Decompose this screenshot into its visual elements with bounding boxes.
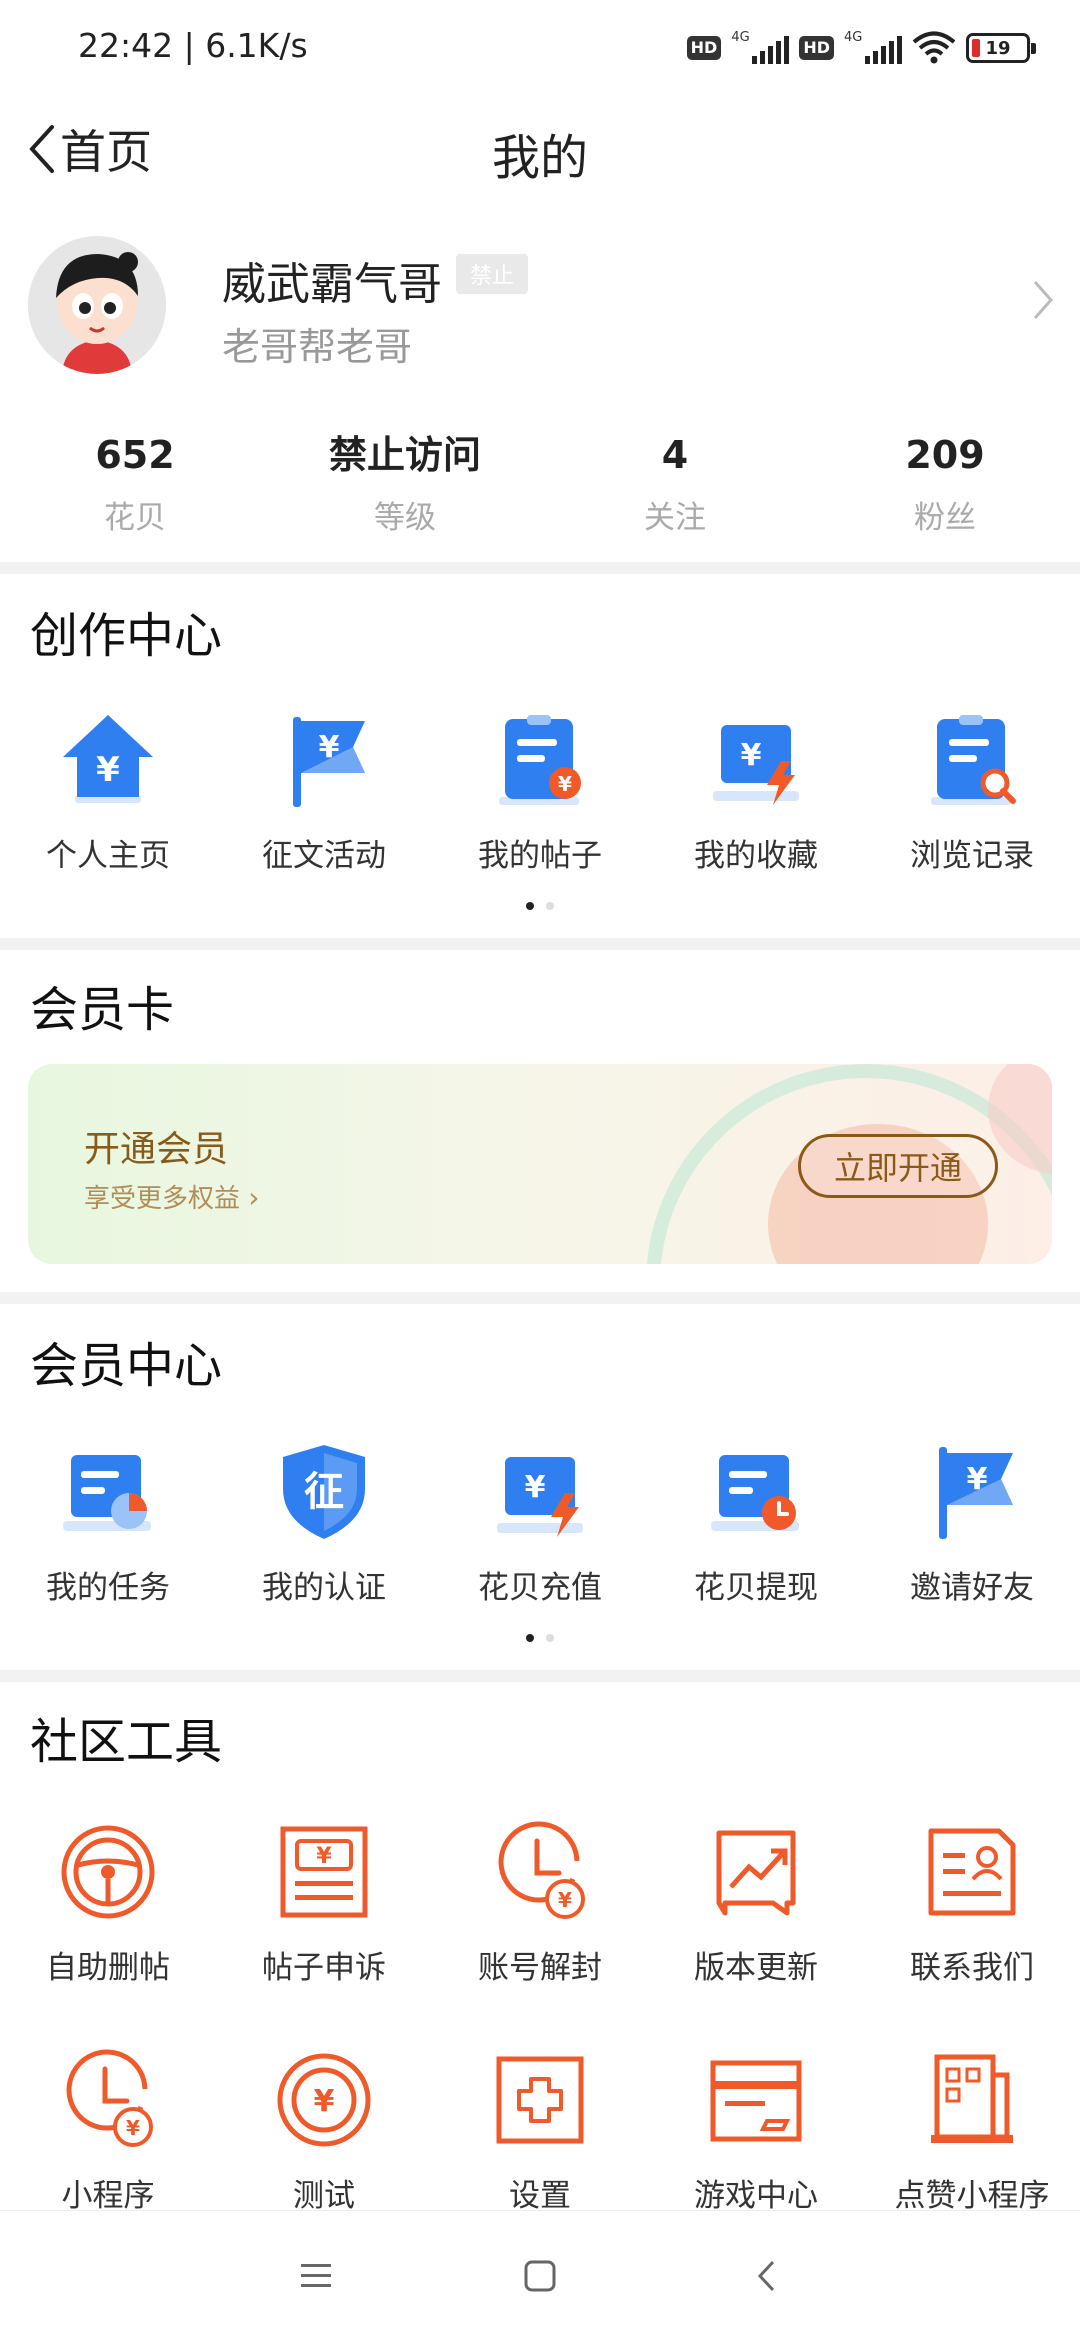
- menu-personal-home[interactable]: ¥ 个人主页: [0, 700, 216, 875]
- status-bar: 22:42 | 6.1K/s HD 4G HD 4G 19: [0, 0, 1080, 96]
- svg-text:¥: ¥: [316, 1844, 332, 1869]
- menu-withdraw[interactable]: 花贝提现: [648, 1432, 864, 1607]
- divider: [0, 938, 1080, 950]
- flag-yen-icon: ¥: [293, 717, 365, 807]
- section-title-vip: 会员卡: [30, 982, 175, 1038]
- open-vip-button[interactable]: 立即开通: [798, 1134, 998, 1198]
- appeal-ticket-icon: ¥: [280, 1826, 368, 1918]
- menu-my-collections[interactable]: ¥ 我的收藏: [648, 700, 864, 875]
- user-subtitle: 老哥帮老哥: [222, 325, 413, 369]
- status-icons: HD 4G HD 4G 19: [686, 30, 1036, 66]
- divider: [0, 562, 1080, 574]
- post-yen-icon: ¥: [499, 715, 581, 805]
- tool-post-appeal[interactable]: ¥ 帖子申诉: [216, 1812, 432, 1987]
- status-badge: 禁止: [456, 254, 529, 294]
- signal-icon: 4G: [731, 30, 790, 66]
- status-time: 22:42 | 6.1K/s: [78, 26, 308, 65]
- steering-wheel-icon: [61, 1825, 155, 1919]
- home-button[interactable]: [510, 2251, 570, 2301]
- svg-text:征: 征: [304, 1469, 344, 1515]
- stat-fans[interactable]: 209 粉丝: [810, 430, 1080, 540]
- tools-row-2: ¥ 小程序 ¥ 测试 设置 游戏中心 点赞小程序: [0, 2040, 1080, 2215]
- history-search-icon: [931, 715, 1016, 805]
- menu-recharge[interactable]: ¥ 花贝充值: [432, 1432, 648, 1607]
- clock-yen-icon: ¥: [498, 1821, 585, 1919]
- tools-row-1: 自助删帖 ¥ 帖子申诉 ¥ 账号解封 版本更新 联系我们: [0, 1812, 1080, 1987]
- invite-flag-icon: ¥: [939, 1447, 1013, 1539]
- trend-chart-icon: [716, 1830, 796, 1916]
- yen-coin-icon: ¥: [277, 2053, 371, 2147]
- divider: [0, 1670, 1080, 1682]
- page-indicator: [0, 902, 1080, 910]
- svg-text:¥: ¥: [967, 1462, 988, 1497]
- tool-account-unban[interactable]: ¥ 账号解封: [432, 1812, 648, 1987]
- svg-text:¥: ¥: [525, 1470, 546, 1505]
- menu-my-posts[interactable]: ¥ 我的帖子: [432, 700, 648, 875]
- menu-my-tasks[interactable]: 我的任务: [0, 1432, 216, 1607]
- tool-contact-us[interactable]: 联系我们: [864, 1812, 1080, 1987]
- stat-level[interactable]: 禁止访问 等级: [270, 430, 540, 540]
- chevron-right-icon[interactable]: [1032, 278, 1054, 322]
- tool-like-mini-program[interactable]: 点赞小程序: [864, 2040, 1080, 2215]
- certify-shield-icon: 征: [283, 1445, 365, 1539]
- collect-bolt-icon: ¥: [713, 725, 799, 805]
- clock-yen-icon: ¥: [66, 2049, 153, 2147]
- page-indicator: [0, 1634, 1080, 1642]
- svg-text:¥: ¥: [96, 750, 120, 790]
- tool-version-update[interactable]: 版本更新: [648, 1812, 864, 1987]
- tool-mini-program[interactable]: ¥ 小程序: [0, 2040, 216, 2215]
- stat-huabei[interactable]: 652 花贝: [0, 430, 270, 540]
- section-title-tools: 社区工具: [30, 1714, 223, 1770]
- username: 威武霸气哥: [222, 259, 442, 310]
- page-title: 我的: [491, 130, 588, 186]
- profile-header[interactable]: 威武霸气哥 禁止 老哥帮老哥: [0, 230, 1080, 380]
- battery-icon: 19: [966, 33, 1036, 63]
- vip-subtitle[interactable]: 享受更多权益 ›: [84, 1178, 259, 1215]
- stats-row: 652 花贝 禁止访问 等级 4 关注 209 粉丝: [0, 430, 1080, 540]
- menu-icon: [301, 2264, 331, 2287]
- tool-settings[interactable]: 设置: [432, 2040, 648, 2215]
- square-icon: [524, 2260, 556, 2292]
- tool-test[interactable]: ¥ 测试: [216, 2040, 432, 2215]
- recharge-bolt-icon: ¥: [497, 1457, 583, 1537]
- hd-icon-2: HD: [799, 36, 834, 60]
- nav-bar: 首页 我的: [0, 100, 1080, 192]
- divider: [0, 1292, 1080, 1304]
- system-nav-bar: [0, 2210, 1080, 2340]
- task-chart-icon: [63, 1455, 151, 1531]
- avatar[interactable]: [28, 236, 166, 374]
- member-icon-row: 我的任务 征 我的认证 ¥ 花贝充值 花贝提现 ¥ 邀请好友: [0, 1432, 1080, 1607]
- signal-icon-2: 4G: [844, 30, 902, 66]
- stat-following[interactable]: 4 关注: [540, 430, 810, 540]
- home-yen-icon: ¥: [63, 715, 153, 803]
- svg-text:¥: ¥: [741, 738, 762, 773]
- plus-square-icon: [496, 2056, 584, 2144]
- withdraw-clock-icon: [711, 1455, 799, 1531]
- section-title-creation: 创作中心: [30, 608, 223, 664]
- svg-text:¥: ¥: [126, 2116, 140, 2140]
- section-title-member: 会员中心: [30, 1338, 223, 1394]
- creation-icon-row: ¥ 个人主页 ¥ 征文活动 ¥ 我的帖子 ¥ 我的收藏 浏览记录: [0, 700, 1080, 875]
- card-icon: [710, 2060, 802, 2142]
- back-nav-button[interactable]: [736, 2251, 796, 2301]
- menu-browse-history[interactable]: 浏览记录: [864, 700, 1080, 875]
- wifi-icon: [912, 31, 956, 64]
- menu-essay-activity[interactable]: ¥ 征文活动: [216, 700, 432, 875]
- vip-card[interactable]: 开通会员 享受更多权益 › 立即开通: [28, 1064, 1052, 1264]
- menu-my-certification[interactable]: 征 我的认证: [216, 1432, 432, 1607]
- contact-card-icon: [928, 1828, 1016, 1916]
- chevron-right-icon: ›: [248, 1181, 260, 1214]
- grid-building-icon: [931, 2054, 1013, 2143]
- svg-text:¥: ¥: [314, 2084, 335, 2119]
- menu-button[interactable]: [286, 2251, 346, 2301]
- svg-text:¥: ¥: [558, 1888, 572, 1912]
- menu-invite-friends[interactable]: ¥ 邀请好友: [864, 1432, 1080, 1607]
- vip-title: 开通会员: [84, 1129, 229, 1170]
- chevron-left-icon: [757, 2260, 775, 2292]
- svg-text:¥: ¥: [558, 772, 572, 796]
- hd-icon: HD: [686, 36, 722, 60]
- tool-game-center[interactable]: 游戏中心: [648, 2040, 864, 2215]
- tool-self-delete[interactable]: 自助删帖: [0, 1812, 216, 1987]
- svg-text:¥: ¥: [319, 730, 340, 765]
